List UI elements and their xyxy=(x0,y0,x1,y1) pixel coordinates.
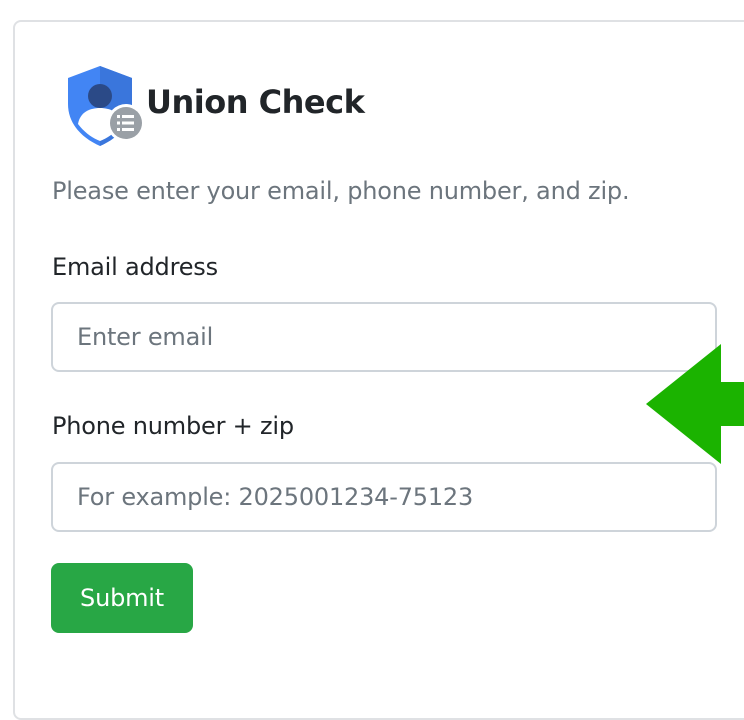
email-label: Email address xyxy=(52,253,218,281)
instructions-text: Please enter your email, phone number, a… xyxy=(52,177,630,205)
email-input[interactable] xyxy=(51,302,717,372)
arrow-left-icon xyxy=(646,344,744,468)
phone-zip-input[interactable] xyxy=(51,462,717,532)
phone-zip-label: Phone number + zip xyxy=(52,412,294,440)
list-icon xyxy=(107,104,145,142)
submit-button[interactable]: Submit xyxy=(51,563,193,633)
brand xyxy=(66,66,146,148)
shield-user-icon xyxy=(66,66,146,148)
app-title: Union Check xyxy=(146,83,365,121)
